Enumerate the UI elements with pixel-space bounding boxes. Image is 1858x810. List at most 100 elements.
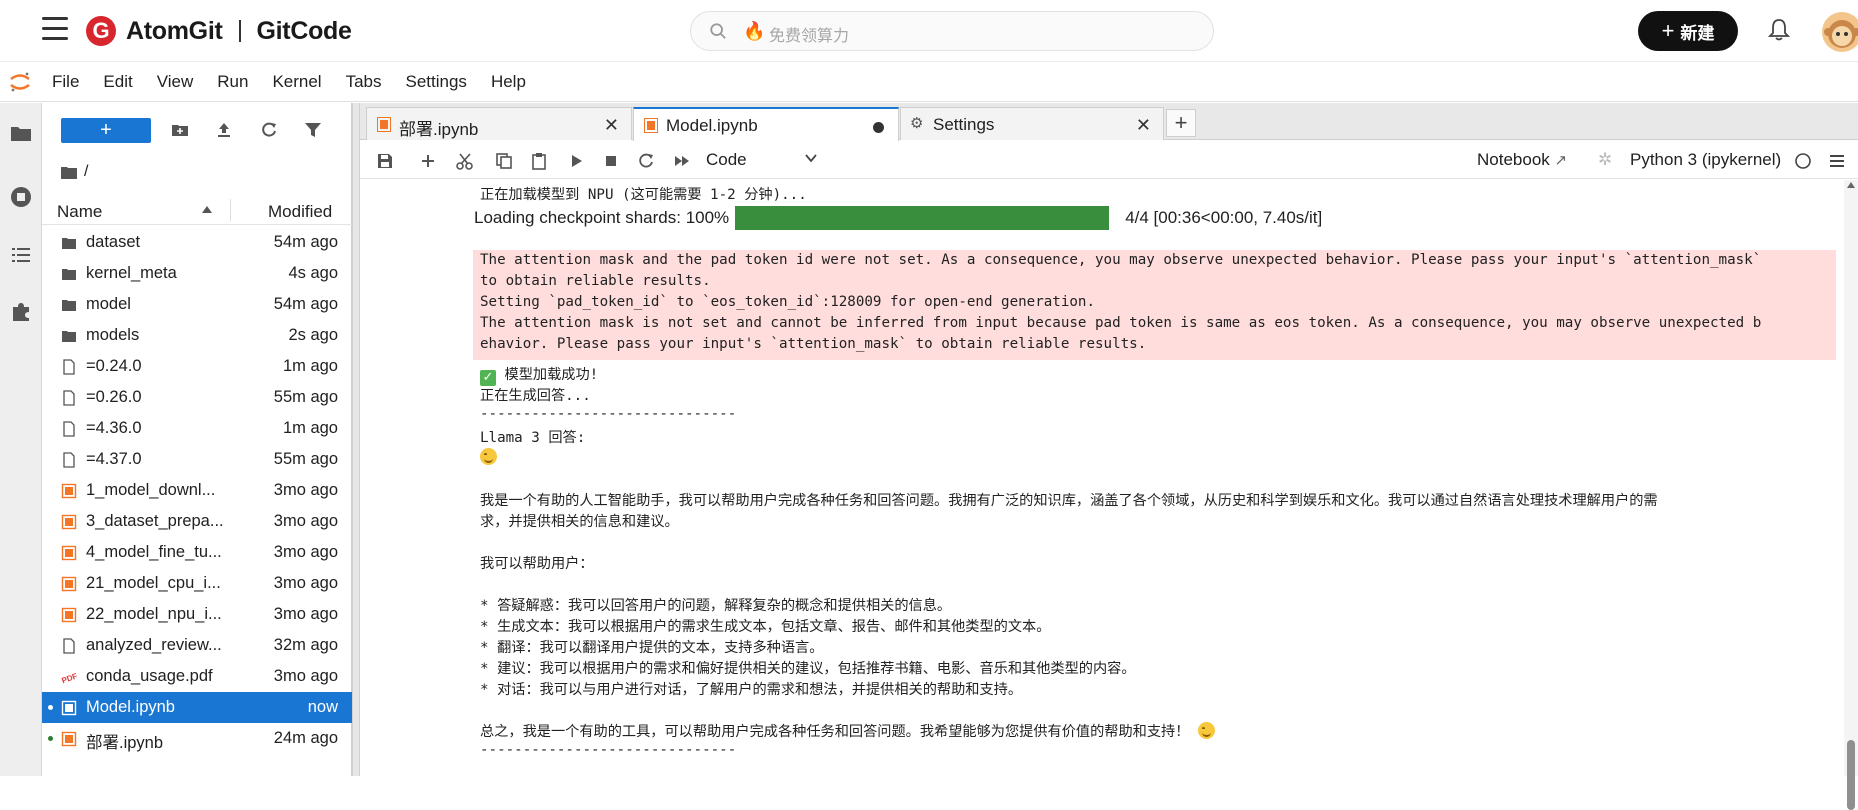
file-name: dataset <box>86 233 141 251</box>
notebook-label[interactable]: Notebook ↗ <box>1477 150 1567 170</box>
main-menu: File Edit View Run Kernel Tabs Settings … <box>52 72 550 92</box>
kernel-name[interactable]: Python 3 (ipykernel) <box>1630 150 1781 170</box>
menu-edit[interactable]: Edit <box>103 72 132 92</box>
scrollbar-thumb[interactable] <box>1847 740 1855 810</box>
folder-icon <box>62 300 76 311</box>
unsaved-indicator-icon[interactable] <box>873 122 884 133</box>
user-avatar[interactable] <box>1822 12 1858 52</box>
scroll-up-icon[interactable] <box>1847 182 1855 188</box>
panel-splitter[interactable] <box>352 103 360 776</box>
copy-icon[interactable] <box>495 152 513 170</box>
stop-icon[interactable] <box>602 152 620 170</box>
file-modified: 32m ago <box>273 636 338 654</box>
cell-type-select[interactable]: Code <box>706 150 747 170</box>
new-launcher-button[interactable]: + <box>61 118 151 143</box>
tab-deploy-notebook[interactable]: 部署.ipynb ✕ <box>366 107 632 140</box>
file-row[interactable]: analyzed_review... 32m ago <box>42 630 352 661</box>
svg-text:PDF: PDF <box>61 671 77 685</box>
file-row[interactable]: 部署.ipynb 24m ago <box>42 723 352 754</box>
file-row[interactable]: PDF conda_usage.pdf 3mo ago <box>42 661 352 692</box>
close-icon[interactable]: ✕ <box>604 115 619 136</box>
file-row[interactable]: 3_dataset_prepa... 3mo ago <box>42 506 352 537</box>
answer-bullet: * 答疑解惑：我可以回答用户的问题，解释复杂的概念和提供相关的信息。 <box>480 598 952 614</box>
search-icon <box>710 23 726 39</box>
column-name-header[interactable]: Name <box>57 202 102 222</box>
running-kernels-icon[interactable] <box>9 185 33 209</box>
menu-tabs[interactable]: Tabs <box>346 72 382 92</box>
refresh-icon[interactable] <box>259 120 279 140</box>
file-row[interactable]: 1_model_downl... 3mo ago <box>42 475 352 506</box>
brand-separator <box>238 20 241 42</box>
hamburger-menu-icon[interactable] <box>42 17 68 41</box>
file-row[interactable]: =0.24.0 1m ago <box>42 351 352 382</box>
file-browser-toolbar: + <box>42 103 352 153</box>
gear-icon: ⚙ <box>910 115 924 132</box>
pdf-icon: PDF <box>61 671 77 685</box>
new-button[interactable]: + 新建 <box>1638 11 1738 51</box>
tab-settings[interactable]: ⚙ Settings ✕ <box>900 107 1164 140</box>
file-row[interactable]: 4_model_fine_tu... 3mo ago <box>42 537 352 568</box>
file-name: 21_model_cpu_i... <box>86 574 221 592</box>
menu-help[interactable]: Help <box>491 72 526 92</box>
close-icon[interactable]: ✕ <box>1136 115 1151 136</box>
file-modified: 54m ago <box>273 295 338 313</box>
file-icon <box>63 638 75 654</box>
file-row[interactable]: =4.36.0 1m ago <box>42 413 352 444</box>
stderr-line: The attention mask and the pad token id … <box>480 252 1762 268</box>
search-input[interactable]: 🔥 免费领算力 <box>690 11 1214 51</box>
running-indicator-icon <box>48 705 53 710</box>
left-sidebar-tabs <box>0 103 42 776</box>
fast-forward-icon[interactable] <box>673 152 691 170</box>
success-line: ✓ 模型加载成功! <box>480 364 598 386</box>
add-cell-icon[interactable] <box>419 152 437 170</box>
progress-stats: 4/4 [00:36<00:00, 7.40s/it] <box>1125 208 1323 227</box>
kernel-status-icon: ✲ <box>1598 150 1613 169</box>
top-bar: G AtomGit GitCode 🔥 免费领算力 + 新建 <box>0 0 1858 62</box>
stderr-line: The attention mask is not set and cannot… <box>480 315 1762 331</box>
notebook-icon <box>61 576 77 592</box>
fire-icon: 🔥 <box>743 21 766 41</box>
output-scrollbar[interactable] <box>1844 180 1858 810</box>
extensions-puzzle-icon[interactable] <box>9 299 33 323</box>
file-row[interactable]: 21_model_cpu_i... 3mo ago <box>42 568 352 599</box>
notification-bell-icon[interactable] <box>1768 18 1790 42</box>
upload-icon[interactable] <box>214 120 234 140</box>
file-icon <box>63 452 75 468</box>
file-row[interactable]: dataset 54m ago <box>42 227 352 258</box>
file-row[interactable]: Model.ipynb now <box>42 692 352 723</box>
file-icon <box>63 421 75 437</box>
menu-run[interactable]: Run <box>217 72 248 92</box>
notebook-icon <box>377 117 391 132</box>
add-tab-button[interactable]: + <box>1166 109 1196 137</box>
menu-view[interactable]: View <box>157 72 194 92</box>
folder-icon[interactable] <box>9 121 33 145</box>
answer-emoji-line <box>480 448 497 466</box>
file-modified: 55m ago <box>273 450 338 468</box>
brand-logo[interactable]: G AtomGit GitCode <box>86 14 352 48</box>
kernel-idle-icon <box>1795 153 1811 169</box>
file-row[interactable]: models 2s ago <box>42 320 352 351</box>
file-row[interactable]: kernel_meta 4s ago <box>42 258 352 289</box>
file-row[interactable]: =4.37.0 55m ago <box>42 444 352 475</box>
run-icon[interactable] <box>567 152 585 170</box>
tab-model-notebook[interactable]: Model.ipynb <box>633 107 899 141</box>
file-modified: 3mo ago <box>273 512 338 530</box>
menu-settings[interactable]: Settings <box>406 72 467 92</box>
menu-kernel[interactable]: Kernel <box>272 72 321 92</box>
restart-icon[interactable] <box>637 152 655 170</box>
menu-icon[interactable] <box>1828 152 1846 170</box>
file-row[interactable]: =0.26.0 55m ago <box>42 382 352 413</box>
column-modified-header[interactable]: Modified <box>268 202 332 222</box>
divider-line: ------------------------------ <box>480 742 737 758</box>
file-row[interactable]: model 54m ago <box>42 289 352 320</box>
breadcrumb[interactable]: / <box>60 163 88 181</box>
table-of-contents-icon[interactable] <box>9 243 33 267</box>
paste-icon[interactable] <box>530 152 548 170</box>
save-icon[interactable] <box>376 152 394 170</box>
new-folder-icon[interactable] <box>170 120 190 140</box>
file-row[interactable]: 22_model_npu_i... 3mo ago <box>42 599 352 630</box>
filter-icon[interactable] <box>303 120 323 140</box>
cut-icon[interactable] <box>456 152 474 170</box>
menu-file[interactable]: File <box>52 72 79 92</box>
chevron-down-icon[interactable] <box>804 151 818 165</box>
